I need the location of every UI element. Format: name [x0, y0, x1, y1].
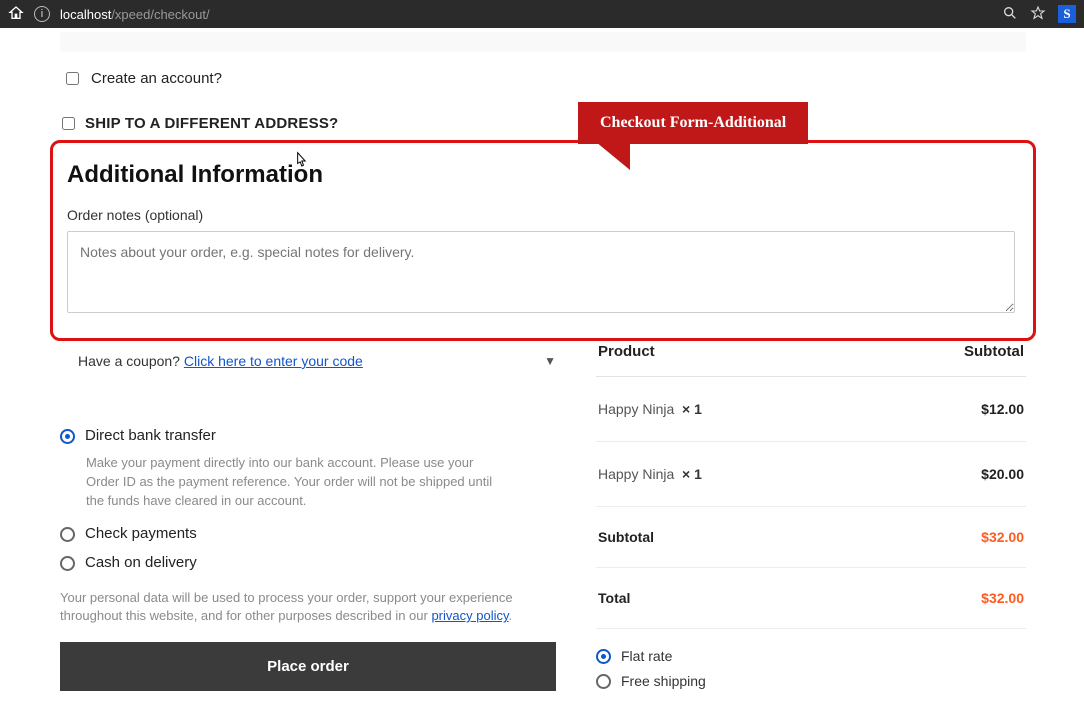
- privacy-policy-link[interactable]: privacy policy: [431, 608, 508, 623]
- payment-methods: Direct bank transfer Make your payment d…: [60, 427, 556, 571]
- additional-info-section: Additional Information Order notes (opti…: [50, 140, 1036, 341]
- coupon-question: Have a coupon?: [78, 353, 184, 369]
- shipping-flat-label: Flat rate: [621, 648, 672, 664]
- shipping-free[interactable]: Free shipping: [596, 672, 1026, 689]
- subtotal-label: Subtotal: [598, 529, 654, 545]
- extension-s-icon[interactable]: S: [1058, 5, 1076, 23]
- radio-bank[interactable]: [60, 429, 75, 444]
- item-price: $20.00: [981, 466, 1024, 482]
- shipping-options: Flat rate Free shipping: [596, 647, 1026, 689]
- summary-col-subtotal: Subtotal: [964, 343, 1024, 360]
- summary-total-row: Total $32.00: [596, 568, 1026, 629]
- shipping-free-label: Free shipping: [621, 673, 706, 689]
- payment-cod-label: Cash on delivery: [85, 554, 197, 571]
- url-display[interactable]: localhost/xpeed/checkout/: [60, 7, 210, 22]
- order-notes-input[interactable]: [67, 231, 1015, 313]
- url-path: /xpeed/checkout/: [111, 7, 209, 22]
- shipping-flat-rate[interactable]: Flat rate: [596, 647, 1026, 664]
- summary-col-product: Product: [598, 343, 655, 360]
- privacy-text: Your personal data will be used to proce…: [60, 589, 556, 627]
- ship-different-checkbox[interactable]: [62, 117, 75, 130]
- payment-option-check[interactable]: Check payments: [60, 525, 556, 542]
- additional-info-heading: Additional Information: [67, 161, 1015, 189]
- radio-flat-rate[interactable]: [596, 649, 611, 664]
- total-label: Total: [598, 590, 630, 606]
- item-qty: × 1: [678, 401, 702, 417]
- coupon-row: Have a coupon? Click here to enter your …: [60, 347, 556, 375]
- coupon-link[interactable]: Click here to enter your code: [184, 353, 363, 369]
- search-icon[interactable]: [1002, 5, 1018, 24]
- payment-check-label: Check payments: [85, 525, 197, 542]
- site-info-icon[interactable]: i: [34, 6, 50, 22]
- summary-header: Product Subtotal: [596, 343, 1026, 377]
- item-name: Happy Ninja: [598, 466, 678, 482]
- payment-bank-desc: Make your payment directly into our bank…: [86, 454, 506, 511]
- create-account-label: Create an account?: [91, 70, 222, 87]
- subtotal-value: $32.00: [981, 529, 1024, 545]
- item-name: Happy Ninja: [598, 401, 678, 417]
- chevron-down-icon[interactable]: ▼: [544, 354, 556, 368]
- total-value: $32.00: [981, 590, 1024, 606]
- radio-cod[interactable]: [60, 556, 75, 571]
- create-account-checkbox[interactable]: [66, 72, 79, 85]
- content-strip: [60, 32, 1026, 52]
- radio-check[interactable]: [60, 527, 75, 542]
- table-row: Happy Ninja × 1 $12.00: [596, 377, 1026, 442]
- ship-different-label[interactable]: SHIP TO A DIFFERENT ADDRESS?: [85, 115, 338, 132]
- home-icon[interactable]: [8, 5, 24, 24]
- create-account-row: Create an account?: [66, 70, 1026, 87]
- item-qty: × 1: [678, 466, 702, 482]
- url-host: localhost: [60, 7, 111, 22]
- item-price: $12.00: [981, 401, 1024, 417]
- order-notes-label: Order notes (optional): [67, 207, 1015, 223]
- payment-bank-label: Direct bank transfer: [85, 427, 216, 444]
- browser-address-bar: i localhost/xpeed/checkout/ S: [0, 0, 1084, 28]
- radio-free-shipping[interactable]: [596, 674, 611, 689]
- bookmark-star-icon[interactable]: [1030, 5, 1046, 24]
- ship-different-row: SHIP TO A DIFFERENT ADDRESS?: [62, 115, 1026, 132]
- payment-option-bank[interactable]: Direct bank transfer: [60, 427, 556, 444]
- summary-subtotal-row: Subtotal $32.00: [596, 507, 1026, 568]
- annotation-callout: Checkout Form-Additional: [578, 102, 808, 144]
- table-row: Happy Ninja × 1 $20.00: [596, 442, 1026, 507]
- place-order-button[interactable]: Place order: [60, 642, 556, 691]
- payment-option-cod[interactable]: Cash on delivery: [60, 554, 556, 571]
